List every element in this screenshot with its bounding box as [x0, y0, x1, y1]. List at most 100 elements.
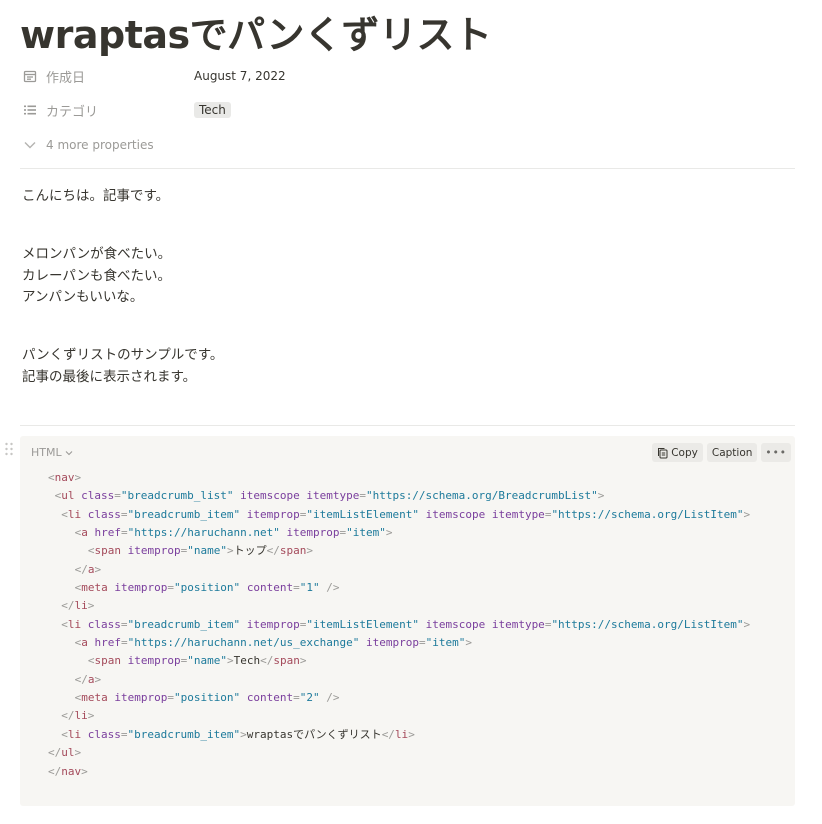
code-token: =	[359, 489, 366, 503]
code-token: li	[394, 727, 409, 741]
paragraph[interactable]: パンくずリストのサンプルです。 記事の最後に表示されます。	[22, 345, 223, 388]
code-token: span	[94, 654, 122, 668]
code-line: <meta itemprop="position" content="2" />	[48, 689, 750, 707]
code-token: </	[266, 544, 280, 558]
code-toolbar: Copy Caption •••	[652, 443, 791, 462]
code-token: </	[48, 746, 62, 760]
code-token: span	[94, 544, 122, 558]
code-token: >	[94, 562, 102, 576]
paragraph[interactable]: メロンパンが食べたい。 カレーパンも食べたい。 アンパンもいいな。	[22, 244, 171, 309]
code-token: >	[227, 544, 234, 558]
text-line: カレーパンも食べたい。	[22, 267, 172, 284]
code-line: <nav>	[48, 469, 750, 487]
code-line: </ul>	[48, 744, 750, 762]
code-token: "item"	[346, 526, 386, 540]
code-block[interactable]: HTML Copy Caption ••• <nav> <ul class="br…	[20, 436, 795, 806]
code-token: "https://schema.org/ListItem"	[551, 507, 744, 521]
code-token: >	[227, 654, 234, 668]
property-name-created: 作成日	[46, 70, 86, 86]
text-line: アンパンもいいな。	[22, 289, 144, 305]
code-token: itemprop	[246, 617, 300, 631]
code-token: >	[385, 526, 393, 540]
more-properties-toggle[interactable]: 4 more properties	[22, 132, 802, 158]
code-token: </	[61, 599, 75, 613]
code-line: <span itemprop="name">Tech</span>	[48, 652, 750, 670]
code-token: itemprop	[246, 507, 300, 521]
code-token: a	[81, 526, 88, 540]
code-token: />	[326, 581, 340, 595]
code-token: =	[120, 526, 128, 540]
language-selector[interactable]: HTML	[31, 446, 73, 459]
chevron-down-icon	[65, 450, 73, 455]
code-token: nav	[54, 471, 75, 484]
code-token: >	[743, 617, 751, 631]
content-divider	[20, 425, 795, 426]
property-created[interactable]: 作成日 August 7, 2022	[22, 63, 802, 89]
property-name-category: カテゴリ	[46, 104, 99, 120]
more-icon: •••	[765, 446, 787, 459]
created-date-value[interactable]: August 7, 2022	[194, 69, 286, 83]
copy-label: Copy	[671, 446, 698, 459]
code-token: <	[87, 654, 95, 668]
code-token: "item"	[425, 636, 466, 650]
code-token: itemprop	[114, 581, 168, 595]
code-token: li	[74, 709, 88, 723]
more-options-button[interactable]: •••	[761, 443, 791, 462]
code-token: itemtype	[306, 489, 360, 503]
text-line: 記事の最後に表示されます。	[22, 368, 197, 385]
code-token: "position"	[173, 581, 241, 595]
code-token: li	[74, 599, 88, 613]
code-token: >	[74, 471, 82, 484]
code-token: "https://haruchann.net/us_exchange"	[127, 636, 360, 650]
code-line: <ul class="breadcrumb_list" itemscope it…	[48, 487, 750, 505]
page-title[interactable]: wraptasでパンくずリスト	[20, 4, 492, 59]
code-token: itemtype	[491, 617, 545, 631]
code-token: wraptasでパンくずリスト	[246, 727, 382, 741]
code-token: >	[94, 672, 102, 686]
code-line: <li class="breadcrumb_item" itemprop="it…	[48, 616, 750, 634]
code-token: href	[94, 526, 121, 540]
code-token: =	[293, 691, 300, 705]
code-token: a	[81, 636, 88, 650]
code-token: </	[74, 672, 88, 686]
code-token: </	[48, 764, 62, 778]
code-token: itemprop	[114, 691, 168, 705]
code-token: =	[120, 636, 128, 650]
more-properties-label[interactable]: 4 more properties	[46, 138, 154, 152]
code-token: li	[67, 727, 82, 741]
code-token: "breadcrumb_item"	[127, 617, 241, 631]
list-icon	[22, 102, 38, 118]
code-content[interactable]: <nav> <ul class="breadcrumb_list" itemsco…	[48, 469, 750, 781]
code-token: <	[87, 544, 95, 558]
code-token: content	[246, 691, 294, 705]
text-line: メロンパンが食べたい。	[22, 246, 172, 262]
code-line: <a href="https://haruchann.net/us_exchan…	[48, 634, 750, 652]
copy-button[interactable]: Copy	[652, 443, 703, 462]
caption-button[interactable]: Caption	[706, 443, 758, 462]
drag-handle-icon[interactable]	[4, 441, 14, 457]
code-line: </a>	[48, 561, 750, 579]
code-token: "itemListElement"	[306, 617, 419, 631]
code-token: >	[306, 544, 313, 558]
code-token: nav	[61, 764, 82, 778]
category-tag[interactable]: Tech	[194, 102, 231, 118]
code-line: </li>	[48, 597, 750, 615]
code-token: </	[260, 654, 274, 668]
code-token: meta	[81, 691, 108, 705]
code-token: =	[293, 581, 300, 595]
code-token: class	[87, 727, 121, 741]
code-token: itemprop	[127, 654, 181, 668]
code-token: "name"	[187, 544, 227, 558]
paragraph[interactable]: こんにちは。記事です。	[22, 186, 169, 208]
property-category[interactable]: カテゴリ Tech	[22, 97, 802, 123]
code-token: >	[465, 636, 472, 650]
